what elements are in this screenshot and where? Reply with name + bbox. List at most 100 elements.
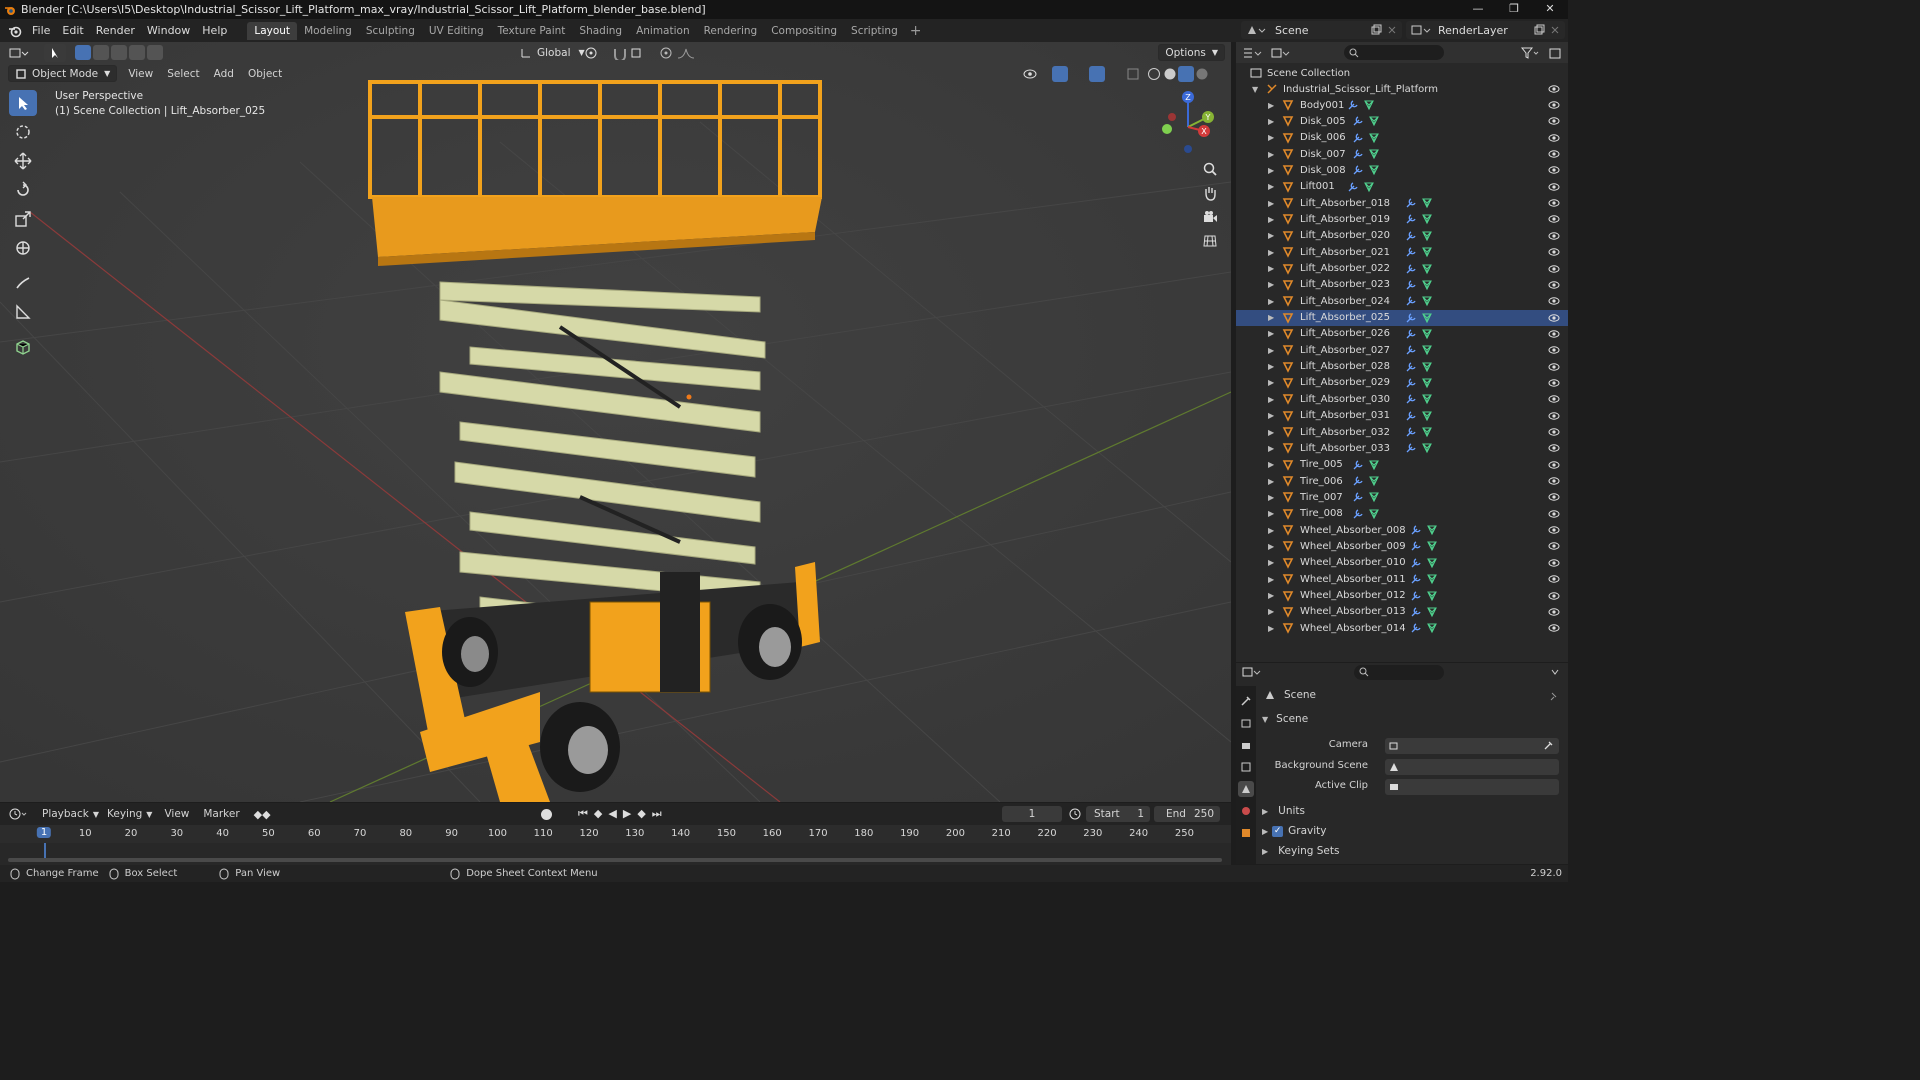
auto-keying-button[interactable] [541,808,552,820]
visibility-icon[interactable] [1022,67,1044,81]
eye-icon[interactable] [1548,524,1560,536]
outliner-editor-icon[interactable] [1242,46,1264,60]
ortho-toggle-button[interactable] [1198,230,1222,252]
scale-tool[interactable] [9,206,37,232]
eye-icon[interactable] [1548,508,1560,520]
next-keyframe-icon[interactable]: ◆ [637,807,645,821]
background-scene-field[interactable] [1385,759,1559,775]
gravity-checkbox[interactable]: ✓ [1272,825,1284,837]
eye-icon[interactable] [1548,491,1560,503]
eye-icon[interactable] [1548,377,1560,389]
preview-range-icon[interactable] [1068,807,1082,821]
close-button[interactable]: ✕ [1532,0,1568,19]
eye-icon[interactable] [1548,590,1560,602]
transform-orientation-dropdown[interactable]: Global ▼ [514,44,591,61]
pivot-point-icon[interactable] [584,46,606,60]
outliner-collection-row[interactable]: ▼ Industrial_Scissor_Lift_Platform [1236,81,1568,97]
expand-arrow-icon[interactable]: ▶ [1268,591,1274,600]
eye-icon[interactable] [1548,213,1560,225]
expand-arrow-icon[interactable]: ▶ [1268,362,1274,371]
viewport-menu-view[interactable]: View [128,68,153,80]
outliner-object-row[interactable]: ▶ Wheel_Absorber_014 [1236,620,1568,636]
eye-icon[interactable] [1548,132,1560,144]
outliner-object-row[interactable]: ▶ Tire_008 [1236,506,1568,522]
tab-texture-paint[interactable]: Texture Paint [491,22,573,40]
outliner-object-row[interactable]: ▶ Lift_Absorber_024 [1236,293,1568,309]
end-frame-field[interactable]: End 250 [1154,806,1220,822]
tab-sculpting[interactable]: Sculpting [359,22,422,40]
expand-arrow-icon[interactable]: ▶ [1268,101,1274,110]
eye-icon[interactable] [1548,475,1560,487]
3d-viewport[interactable]: Global ▼ Options ▼ Object Mode ▼ View Se… [0,42,1231,802]
annotate-tool[interactable] [9,270,37,296]
outliner-object-row[interactable]: ▶ Disk_007 [1236,146,1568,162]
outliner-object-row[interactable]: ▶ Tire_005 [1236,457,1568,473]
outliner-object-row[interactable]: ▶ Lift_Absorber_023 [1236,277,1568,293]
snap-icon[interactable] [612,46,628,60]
timeline-editor-icon[interactable] [8,807,30,821]
outliner-object-row[interactable]: ▶ Wheel_Absorber_010 [1236,555,1568,571]
eye-icon[interactable] [1548,540,1560,552]
expand-arrow-icon[interactable]: ▶ [1268,346,1274,355]
outliner-object-row[interactable]: ▶ Disk_006 [1236,130,1568,146]
eye-icon[interactable] [1548,312,1560,324]
pin-icon[interactable] [1548,691,1560,703]
tab-scripting[interactable]: Scripting [844,22,905,40]
timeline-scrollbar[interactable] [8,858,1222,862]
wireframe-shading-icon[interactable] [1146,66,1162,82]
expand-arrow-icon[interactable]: ▶ [1268,182,1274,191]
expand-arrow-icon[interactable]: ▶ [1268,117,1274,126]
eye-icon[interactable] [1548,459,1560,471]
outliner-object-row[interactable]: ▶ Body001 [1236,97,1568,113]
select-invert-button[interactable] [129,45,145,60]
outliner-object-row[interactable]: ▶ Lift_Absorber_029 [1236,375,1568,391]
eye-icon[interactable] [1548,164,1560,176]
editor-type-icon[interactable] [8,45,30,61]
tab-animation[interactable]: Animation [629,22,697,40]
display-mode-icon[interactable] [1270,46,1292,60]
select-subtract-button[interactable] [111,45,127,60]
viewport-menu-select[interactable]: Select [167,68,199,80]
outliner-object-row[interactable]: ▶ Lift_Absorber_033 [1236,440,1568,456]
outliner-object-row[interactable]: ▶ Disk_005 [1236,113,1568,129]
tool-tab[interactable] [1238,693,1254,709]
rendered-shading-icon[interactable] [1194,66,1210,82]
select-extend-button[interactable] [93,45,109,60]
eye-icon[interactable] [1548,410,1560,422]
menu-edit[interactable]: Edit [56,24,89,37]
outliner-object-row[interactable]: ▶ Lift001 [1236,179,1568,195]
expand-arrow-icon[interactable]: ▶ [1268,542,1274,551]
outliner-object-row[interactable]: ▶ Wheel_Absorber_013 [1236,604,1568,620]
expand-arrow-icon[interactable]: ▶ [1268,215,1274,224]
tab-modeling[interactable]: Modeling [297,22,359,40]
gizmo-toggle[interactable] [1052,65,1068,82]
object-mode-dropdown[interactable]: Object Mode ▼ [8,65,118,82]
camera-field[interactable] [1385,738,1559,754]
add-workspace-button[interactable]: + [905,23,927,39]
eye-icon[interactable] [1548,115,1560,127]
prev-keyframe-icon[interactable]: ◆ [594,807,602,821]
view-layer-selector[interactable]: RenderLayer [1406,21,1565,39]
outliner-object-row[interactable]: ▶ Lift_Absorber_020 [1236,228,1568,244]
overlay-toggle[interactable] [1089,65,1105,82]
expand-arrow-icon[interactable]: ▶ [1268,444,1274,453]
copy-scene-icon[interactable] [1370,24,1382,36]
filter-icon[interactable] [1520,46,1542,60]
expand-arrow-icon[interactable]: ▶ [1268,248,1274,257]
eye-icon[interactable] [1548,263,1560,275]
expand-arrow-icon[interactable]: ▶ [1268,150,1274,159]
camera-view-button[interactable] [1198,206,1222,228]
start-frame-field[interactable]: Start 1 [1086,806,1150,822]
outliner-object-row[interactable]: ▶ Lift_Absorber_028 [1236,359,1568,375]
jump-end-icon[interactable]: ⏭ [652,807,662,821]
eye-icon[interactable] [1548,393,1560,405]
solid-shading-icon[interactable] [1162,66,1178,82]
timeline-menu-marker[interactable]: Marker [203,808,239,820]
outliner-object-row[interactable]: ▶ Lift_Absorber_021 [1236,244,1568,260]
properties-editor-icon[interactable] [1241,665,1263,679]
falloff-icon[interactable] [676,46,696,60]
remove-view-layer-icon[interactable] [1550,25,1560,35]
move-tool[interactable] [9,148,37,174]
eye-icon[interactable] [1548,99,1560,111]
remove-scene-icon[interactable] [1387,25,1397,35]
